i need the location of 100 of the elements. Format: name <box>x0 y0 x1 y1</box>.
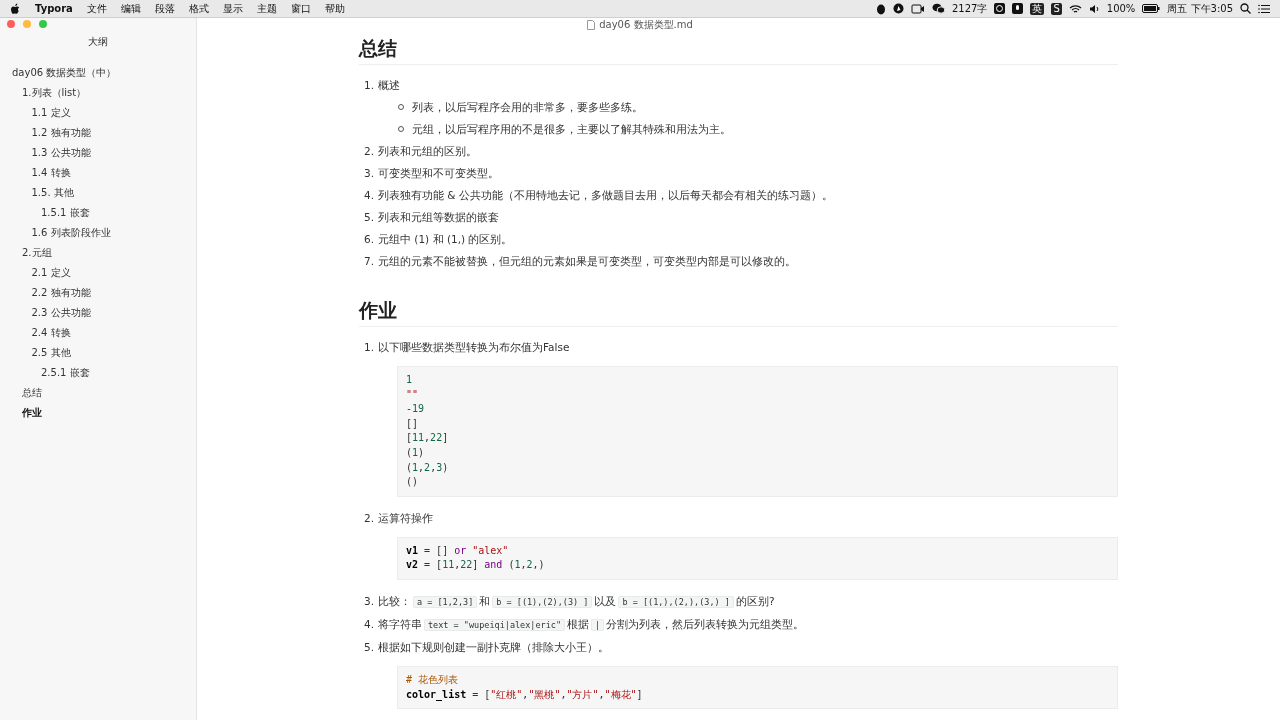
code-token: or <box>454 544 467 556</box>
clock: 周五 下午3:05 <box>1167 1 1233 16</box>
code-token: - <box>406 403 413 415</box>
code-token: color_list <box>406 688 467 700</box>
code-token: [ <box>406 432 413 444</box>
outline-item[interactable]: 1.3 公共功能 <box>0 143 196 163</box>
code-token: , <box>598 688 605 700</box>
volume-icon <box>1088 3 1100 14</box>
list-item-text: 分割为列表，然后列表转换为元组类型。 <box>606 617 805 630</box>
code-token: ] <box>636 688 643 700</box>
list-item-text: 比较： <box>378 594 411 607</box>
list-item-text: 列表和元组等数据的嵌套 <box>378 211 499 223</box>
code-token: ] <box>442 432 449 444</box>
input-method-indicator[interactable]: 英 <box>1030 2 1045 15</box>
wifi-icon <box>1068 3 1082 14</box>
battery-percent: 100% <box>1106 3 1136 14</box>
list-item-text: 可变类型和不可变类型。 <box>378 167 499 179</box>
outline-item[interactable]: 2.4 转换 <box>0 323 196 343</box>
code-token: , <box>424 432 431 444</box>
outline-item[interactable]: 2.1 定义 <box>0 263 196 283</box>
code-token: "" <box>406 388 419 400</box>
code-token: ) <box>442 461 449 473</box>
menu-item[interactable]: 文件 <box>86 1 107 16</box>
list-number: 5. <box>363 210 376 225</box>
outline-item[interactable]: 2.元组 <box>0 243 196 263</box>
menu-item[interactable]: 段落 <box>154 1 175 16</box>
list-number: 4. <box>363 188 376 203</box>
outline-item[interactable]: 1.列表（list） <box>0 83 196 103</box>
code-token: , <box>522 688 529 700</box>
inline-code: text = "wupeiqi|alex|eric" <box>424 618 566 631</box>
list-number: 2. <box>363 510 376 526</box>
menu-item[interactable]: 编辑 <box>120 1 141 16</box>
list-number: 4. <box>363 616 376 632</box>
code-token: = [ <box>423 559 443 571</box>
camera-icon <box>910 3 925 14</box>
list-number: 3. <box>363 593 376 609</box>
menu-item[interactable]: 帮助 <box>324 1 345 16</box>
code-token: 11 <box>412 432 425 444</box>
code-token: = [] <box>423 544 450 556</box>
list-number: 1. <box>363 340 376 355</box>
code-token: ] <box>472 559 480 571</box>
code-token: 3 <box>436 461 443 473</box>
code-token: "方片" <box>566 688 599 700</box>
disc-icon <box>994 3 1006 14</box>
list-item-text: 元组中 (1) 和 (1,) 的区别。 <box>378 233 513 245</box>
battery-icon <box>1142 4 1161 13</box>
app-menu[interactable]: Typora <box>35 3 73 14</box>
outline-item[interactable]: 1.4 转换 <box>0 163 196 183</box>
code-token: , <box>454 559 461 571</box>
document-icon <box>587 20 596 30</box>
sidebar-title: 大纲 <box>87 35 109 49</box>
list-number: 7. <box>363 254 376 269</box>
code-token: "alex" <box>471 544 509 556</box>
list-number: 6. <box>363 232 376 247</box>
outline-item[interactable]: 作业 <box>0 403 196 423</box>
list-item-text: 将字符串 <box>378 617 422 630</box>
outline-item[interactable]: 1.5.1 嵌套 <box>0 203 196 223</box>
code-token: , <box>560 688 567 700</box>
menu-item[interactable]: 显示 <box>222 1 243 16</box>
outline-item[interactable]: 2.3 公共功能 <box>0 303 196 323</box>
code-token: ( <box>406 461 413 473</box>
menu-item[interactable]: 窗口 <box>290 1 311 16</box>
list-number: 2. <box>363 144 376 159</box>
inline-code: a = [1,2,3] <box>413 595 478 608</box>
search-icon <box>1240 3 1251 14</box>
outline-item[interactable]: 1.6 列表阶段作业 <box>0 223 196 243</box>
section-heading: 总结 <box>359 36 1118 65</box>
outline-item[interactable]: 2.5 其他 <box>0 343 196 363</box>
outline-item[interactable]: 2.2 独有功能 <box>0 283 196 303</box>
chat-bubbles-icon <box>931 3 945 14</box>
code-token: 1 <box>514 559 521 571</box>
code-token: 2 <box>526 559 533 571</box>
outline-item[interactable]: day06 数据类型（中） <box>0 63 196 83</box>
list-number: 1. <box>363 78 376 93</box>
code-token: "黑桃" <box>528 688 561 700</box>
code-token: 1 <box>412 446 419 458</box>
code-token: , <box>430 461 437 473</box>
close-button[interactable] <box>7 20 15 28</box>
menu-item[interactable]: 主题 <box>256 1 277 16</box>
outline-item[interactable]: 1.2 独有功能 <box>0 123 196 143</box>
list-item-text: 运算符操作 <box>378 511 433 524</box>
outline-item[interactable]: 1.1 定义 <box>0 103 196 123</box>
outline-item[interactable]: 1.5. 其他 <box>0 183 196 203</box>
minimize-button[interactable] <box>23 20 31 28</box>
outline-item[interactable]: 总结 <box>0 383 196 403</box>
code-token: 2 <box>424 461 431 473</box>
code-token: "红桃" <box>490 688 523 700</box>
zoom-button[interactable] <box>39 20 47 28</box>
bullet-text: 元组，以后写程序用的不是很多，主要以了解其特殊和用法为主。 <box>412 122 731 137</box>
code-token: v2 <box>406 559 419 571</box>
menu-item[interactable]: 格式 <box>188 1 209 16</box>
code-token: 22 <box>430 432 443 444</box>
code-token: ,) <box>532 559 545 571</box>
list-item-text: 列表独有功能 & 公共功能（不用特地去记，多做题目去用，以后每天都会有相关的练习题）。 <box>378 189 833 201</box>
code-token: "梅花" <box>604 688 637 700</box>
list-item-text: 元组的元素不能被替换，但元组的元素如果是可变类型，可变类型内部是可以修改的。 <box>378 255 796 267</box>
outline-item[interactable]: 2.5.1 嵌套 <box>0 363 196 383</box>
input-method-logo[interactable]: S <box>1051 2 1062 15</box>
list-number: 5. <box>363 639 376 655</box>
list-item-text: 根据 <box>567 617 590 630</box>
